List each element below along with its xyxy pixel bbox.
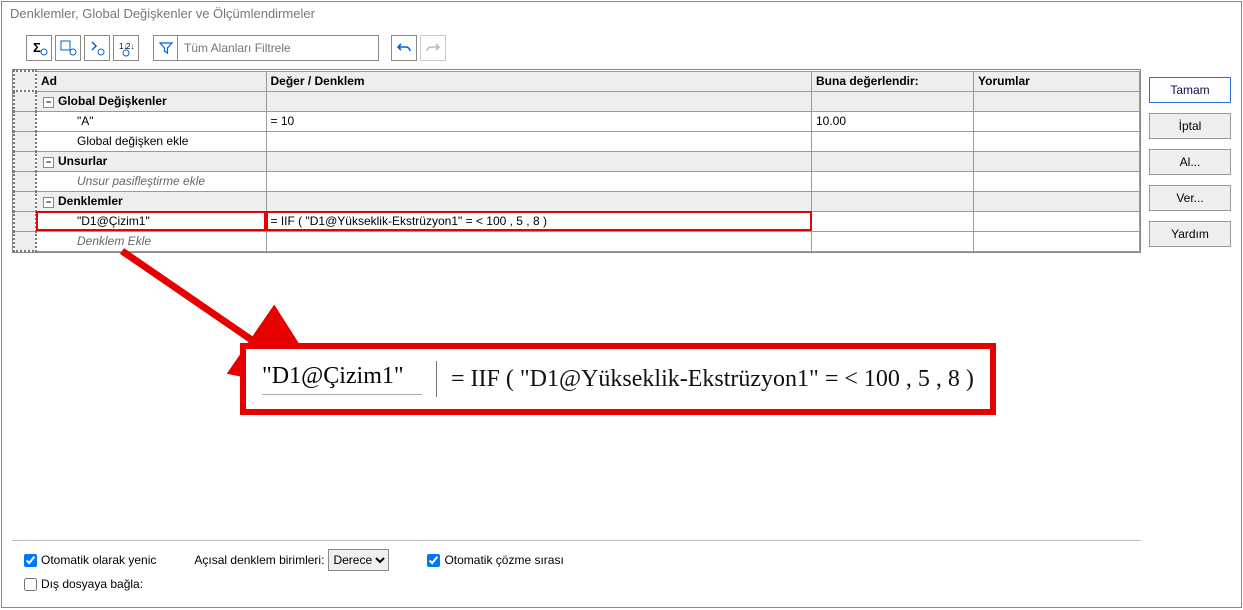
zoom-name: "D1@Çizim1"	[262, 363, 422, 395]
zoom-separator	[436, 361, 437, 397]
funnel-icon	[154, 36, 178, 60]
bottom-bar: Otomatik olarak yenic Açısal denklem bir…	[12, 540, 1141, 599]
zoom-panel: "D1@Çizim1" = IIF ( "D1@Yükseklik-Ekstrü…	[240, 343, 996, 415]
redo-button[interactable]	[420, 35, 446, 61]
eq1-name[interactable]: "D1@Çizim1"	[36, 211, 266, 231]
global-a-eval: 10.00	[812, 111, 974, 131]
auto-rebuild-checkbox[interactable]: Otomatik olarak yenic	[24, 553, 156, 567]
svg-text:Σ: Σ	[33, 40, 41, 55]
ok-button[interactable]: Tamam	[1149, 77, 1231, 103]
export-button[interactable]: Ver...	[1149, 185, 1231, 211]
undo-button[interactable]	[391, 35, 417, 61]
units-select[interactable]: Derece	[328, 549, 389, 571]
equations-dialog: Denklemler, Global Değişkenler ve Ölçüml…	[1, 1, 1242, 608]
toolbar: Σ 1↓2↓	[2, 25, 1241, 67]
group-globals[interactable]: −Global Değişkenler	[36, 91, 266, 111]
window-title: Denklemler, Global Değişkenler ve Ölçüml…	[2, 2, 1241, 25]
filter-box	[153, 35, 379, 61]
help-button[interactable]: Yardım	[1149, 221, 1231, 247]
collapse-icon[interactable]: −	[43, 97, 54, 108]
import-button[interactable]: Al...	[1149, 149, 1231, 175]
collapse-icon[interactable]: −	[43, 157, 54, 168]
sketch-view-button[interactable]	[55, 35, 81, 61]
header-value[interactable]: Değer / Denklem	[266, 71, 812, 91]
dialog-buttons: Tamam İptal Al... Ver... Yardım	[1149, 67, 1241, 607]
add-global-link[interactable]: Global değişken ekle	[36, 131, 266, 151]
svg-text:2↓: 2↓	[126, 42, 134, 51]
corner-cell	[14, 71, 36, 91]
callout-zone: "D1@Çizim1" = IIF ( "D1@Yükseklik-Ekstrü…	[12, 253, 1141, 540]
header-comments[interactable]: Yorumlar	[974, 71, 1140, 91]
equations-table: Ad Değer / Denklem Buna değerlendir: Yor…	[12, 69, 1141, 253]
header-evaluate[interactable]: Buna değerlendir:	[812, 71, 974, 91]
cancel-button[interactable]: İptal	[1149, 113, 1231, 139]
group-equations[interactable]: −Denklemler	[36, 191, 266, 211]
header-name[interactable]: Ad	[36, 71, 266, 91]
filter-input[interactable]	[178, 36, 378, 60]
global-a-value[interactable]: = 10	[266, 111, 812, 131]
units-label: Açısal denklem birimleri:	[194, 553, 324, 567]
zoom-value: = IIF ( "D1@Yükseklik-Ekstrüzyon1" = < 1…	[451, 366, 974, 393]
add-equation-link[interactable]: Denklem Ekle	[36, 231, 266, 251]
collapse-icon[interactable]: −	[43, 197, 54, 208]
eq1-value[interactable]: = IIF ( "D1@Yükseklik-Ekstrüzyon1" = < 1…	[266, 211, 812, 231]
collapse-view-button[interactable]: 1↓2↓	[113, 35, 139, 61]
group-features[interactable]: −Unsurlar	[36, 151, 266, 171]
add-feature-link[interactable]: Unsur pasifleştirme ekle	[36, 171, 266, 191]
sigma-view-button[interactable]: Σ	[26, 35, 52, 61]
ordered-view-button[interactable]	[84, 35, 110, 61]
auto-solve-checkbox[interactable]: Otomatik çözme sırası	[427, 553, 563, 567]
link-file-checkbox[interactable]: Dış dosyaya bağla:	[24, 577, 143, 591]
global-a-name[interactable]: "A"	[36, 111, 266, 131]
